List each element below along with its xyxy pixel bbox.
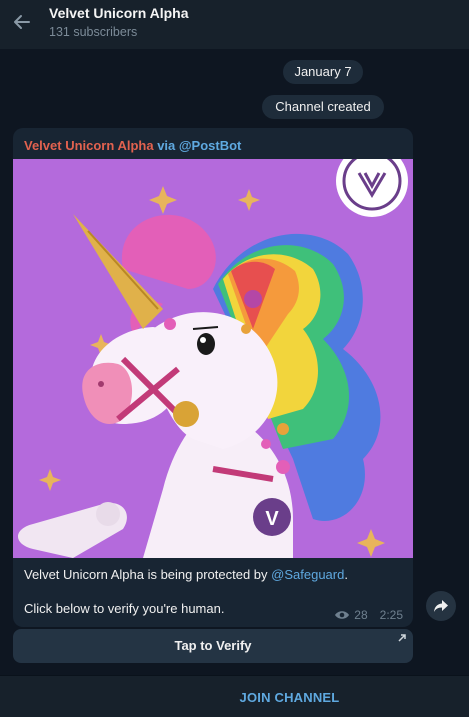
message-bubble: Velvet Unicorn Alpha via @PostBot V Velv… xyxy=(13,128,413,627)
date-badge: January 7 xyxy=(283,60,363,84)
view-count: 28 xyxy=(354,608,368,622)
join-channel-button[interactable]: JOIN CHANNEL xyxy=(0,690,469,705)
unicorn-illustration[interactable]: V xyxy=(13,159,413,558)
via-bot-link[interactable]: via @PostBot xyxy=(157,138,241,153)
message-header: Velvet Unicorn Alpha via @PostBot xyxy=(24,138,241,153)
external-link-icon xyxy=(398,634,406,642)
tap-to-verify-button[interactable]: Tap to Verify xyxy=(13,629,413,663)
service-message: Channel created xyxy=(262,95,384,119)
back-arrow-icon[interactable] xyxy=(10,10,34,34)
chat-header: Velvet Unicorn Alpha 131 subscribers xyxy=(0,0,469,49)
channel-title[interactable]: Velvet Unicorn Alpha xyxy=(49,5,189,21)
svg-text:V: V xyxy=(265,508,279,530)
safeguard-mention-link[interactable]: @Safeguard xyxy=(271,567,344,582)
footer-bar: JOIN CHANNEL xyxy=(0,675,469,717)
message-meta: 28 2:25 xyxy=(334,608,403,622)
message-text-prefix: Velvet Unicorn Alpha is being protected … xyxy=(24,567,272,582)
eye-icon xyxy=(335,611,350,619)
share-button[interactable] xyxy=(426,591,456,621)
subscriber-count: 131 subscribers xyxy=(49,25,138,39)
author-name[interactable]: Velvet Unicorn Alpha xyxy=(24,138,154,153)
message-text-suffix: . xyxy=(344,567,348,582)
tap-to-verify-label: Tap to Verify xyxy=(174,638,252,653)
message-time: 2:25 xyxy=(379,608,403,622)
forward-icon xyxy=(434,600,448,612)
